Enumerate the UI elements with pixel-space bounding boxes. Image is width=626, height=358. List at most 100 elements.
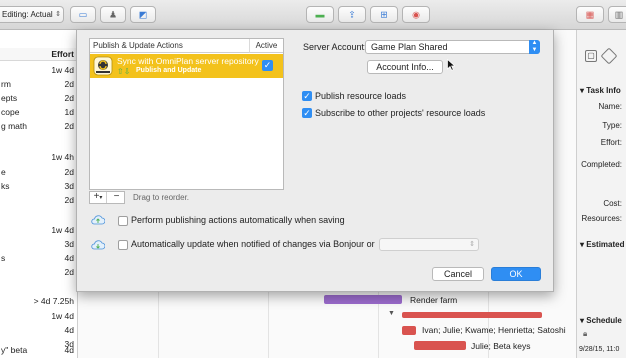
active-checkbox[interactable]: ✓ <box>262 60 273 71</box>
view-icon: ▭ <box>78 9 88 19</box>
table-row[interactable]: > 4d 7.25h <box>0 295 78 307</box>
chevron-updown-icon: ⇕ <box>469 241 475 248</box>
task-effort: 2d <box>64 93 74 103</box>
server-account-select[interactable]: Game Plan Shared ▲ ▼ <box>365 40 540 54</box>
table-row[interactable]: 4d <box>0 324 78 336</box>
task-effort: 2d <box>64 195 74 205</box>
add-action-button[interactable]: +▾ <box>90 192 107 203</box>
gantt-label: Ivan; Julie; Kwame; Henrietta; Satoshi <box>422 325 566 335</box>
gantt-bar-render-farm[interactable] <box>324 295 402 304</box>
gantt-bar[interactable] <box>402 326 416 335</box>
gantt-label: Julie; Beta keys <box>471 341 531 351</box>
gantt-label: Render farm <box>410 295 458 305</box>
effort-label: Effort: <box>600 138 622 147</box>
network-button[interactable]: ⊞ <box>370 6 398 23</box>
estimated-section[interactable]: ▾ Estimated <box>580 240 626 249</box>
task-effort: 2d <box>64 79 74 89</box>
table-row[interactable]: cope 1d <box>0 106 78 118</box>
cancel-button[interactable]: Cancel <box>432 267 484 281</box>
auto-update-checkbox[interactable] <box>118 240 128 250</box>
task-title: epts <box>1 93 18 103</box>
start-date-value[interactable]: 9/28/15, 11:0 <box>579 346 619 353</box>
task-info-title: Task Info <box>586 86 621 95</box>
editing-mode-select[interactable]: Editing: Actual ⇕ <box>0 6 64 23</box>
style-icon: ◩ <box>138 9 148 19</box>
inspector-panel: ▢ ▾ Task Info Name: Type: Effort: Comple… <box>576 30 626 358</box>
gantt-summary-bar[interactable] <box>402 312 542 318</box>
inspect-button[interactable]: ♟ <box>100 6 126 23</box>
auto-update-label[interactable]: Automatically update when notified of ch… <box>131 239 375 249</box>
table-row[interactable]: 2d <box>0 266 78 278</box>
task-effort: 2d <box>64 167 74 177</box>
task-effort: 1w 4d <box>51 311 74 321</box>
actions-column-header[interactable]: Publish & Update Actions <box>90 39 250 53</box>
style-button[interactable]: ◩ <box>130 6 156 23</box>
drag-hint: Drag to reorder. <box>133 193 190 202</box>
inspector-tab-style-icon[interactable] <box>600 47 618 65</box>
task-title: e <box>1 167 6 177</box>
calendar-icon: ▦ <box>585 9 595 19</box>
publish-actions-table[interactable]: Publish & Update Actions Active ⇧⇩ Sync … <box>89 38 284 190</box>
capture-button[interactable]: ◉ <box>402 6 430 23</box>
inspector-toggle-button[interactable]: ▥ <box>608 6 626 23</box>
lock-icon[interactable]: 🔒︎ <box>583 329 587 339</box>
cloud-upload-icon <box>91 215 105 225</box>
server-account-label: Server Account: <box>303 42 367 52</box>
server-account-value: Game Plan Shared <box>371 42 448 52</box>
camera-icon: ◉ <box>412 9 420 19</box>
update-interval-select[interactable]: ⇕ <box>379 238 479 251</box>
table-row[interactable]: 3d <box>0 238 78 250</box>
table-row[interactable]: rm 2d <box>0 78 78 90</box>
schedule-section[interactable]: ▾ Schedule <box>580 316 626 325</box>
table-row[interactable]: 1w 4d <box>0 310 78 322</box>
table-row[interactable]: s 4d <box>0 252 78 264</box>
action-title: Sync with OmniPlan server repository <box>117 56 259 66</box>
disclosure-triangle-icon[interactable]: ▼ <box>388 310 395 317</box>
subscribe-resource-loads-label[interactable]: Subscribe to other projects' resource lo… <box>315 108 485 118</box>
publish-resource-loads-checkbox[interactable]: ✓ <box>302 91 312 101</box>
remove-action-button[interactable]: − <box>108 192 125 203</box>
publish-resource-loads-label[interactable]: Publish resource loads <box>315 91 406 101</box>
task-info-section[interactable]: ▾ Task Info <box>580 86 626 95</box>
task-effort: 4d <box>64 345 74 355</box>
task-title: s <box>1 253 6 263</box>
add-remove-control[interactable]: +▾ − <box>89 191 125 204</box>
task-effort: 1w 4h <box>51 152 74 162</box>
ok-button[interactable]: OK <box>491 267 541 281</box>
table-row[interactable]: epts 2d <box>0 92 78 104</box>
active-column-header[interactable]: Active <box>250 39 283 53</box>
outline-header: Effort <box>0 48 78 61</box>
table-row[interactable]: g math 2d <box>0 120 78 132</box>
baseline-button[interactable]: ▬ <box>306 6 334 23</box>
calendar-button[interactable]: ▦ <box>576 6 604 23</box>
table-row-selected[interactable]: ⇧⇩ Sync with OmniPlan server repository … <box>90 54 283 78</box>
task-effort: 1d <box>64 107 74 117</box>
minus-icon: − <box>113 191 120 202</box>
task-effort: 3d <box>64 239 74 249</box>
table-row[interactable]: ks 3d <box>0 180 78 192</box>
table-row[interactable]: 2d <box>0 194 78 206</box>
task-effort: > 4d 7.25h <box>33 296 74 306</box>
table-row[interactable]: e 2d <box>0 166 78 178</box>
effort-column-header: Effort <box>51 49 74 59</box>
cost-label: Cost: <box>603 199 622 208</box>
table-row[interactable]: 1w 4d <box>0 64 78 76</box>
gantt-bar[interactable] <box>414 341 466 350</box>
publish-button[interactable]: ⇪ <box>338 6 366 23</box>
table-row[interactable]: 1w 4h <box>0 151 78 163</box>
schedule-title: Schedule <box>586 316 622 325</box>
auto-publish-label[interactable]: Perform publishing actions automatically… <box>131 215 345 225</box>
subscribe-resource-loads-checkbox[interactable]: ✓ <box>302 108 312 118</box>
task-effort: 1w 4d <box>51 65 74 75</box>
network-icon: ⊞ <box>380 9 388 19</box>
view-button[interactable]: ▭ <box>70 6 96 23</box>
inspector-tab-task-icon[interactable]: ▢ <box>585 50 597 62</box>
table-row[interactable]: y" beta 4d <box>0 344 78 356</box>
task-title: g math <box>1 121 27 131</box>
account-info-button[interactable]: Account Info... <box>367 60 443 74</box>
auto-publish-checkbox[interactable] <box>118 216 128 226</box>
task-effort: 2d <box>64 267 74 277</box>
table-row[interactable]: 1w 4d <box>0 224 78 236</box>
task-title: ks <box>1 181 10 191</box>
baseline-icon: ▬ <box>315 9 325 19</box>
